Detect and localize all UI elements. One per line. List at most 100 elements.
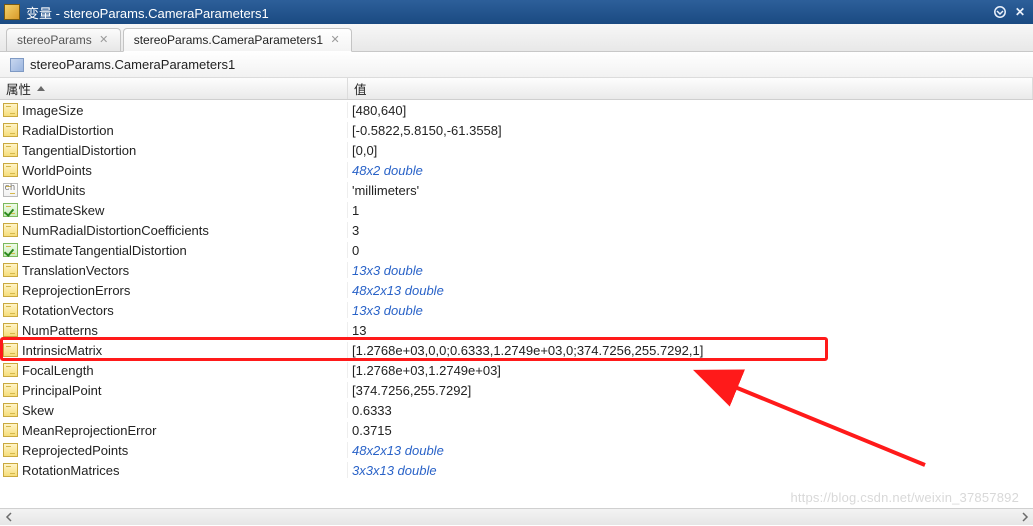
tabstrip: stereoParams ✕ stereoParams.CameraParame… — [0, 24, 1033, 52]
property-name: Skew — [22, 403, 54, 418]
property-name: ReprojectionErrors — [22, 283, 130, 298]
property-name: RadialDistortion — [22, 123, 114, 138]
table-row[interactable]: MeanReprojectionError 0.3715 — [0, 420, 1033, 440]
object-icon — [10, 58, 24, 72]
property-name: RotationMatrices — [22, 463, 120, 478]
table-row[interactable]: TranslationVectors 13x3 double — [0, 260, 1033, 280]
breadcrumb-bar: stereoParams.CameraParameters1 — [0, 52, 1033, 78]
numeric-icon — [0, 362, 20, 378]
logical-icon — [0, 242, 20, 258]
numeric-icon — [0, 342, 20, 358]
property-name: TranslationVectors — [22, 263, 129, 278]
table-row[interactable]: RadialDistortion [-0.5822,5.8150,-61.3558… — [0, 120, 1033, 140]
table-row[interactable]: RotationVectors 13x3 double — [0, 300, 1033, 320]
scrollbar-track[interactable] — [17, 509, 1016, 525]
window-title: 变量 - stereoParams.CameraParameters1 — [26, 3, 989, 22]
column-header-value-label: 值 — [354, 79, 367, 98]
table-row[interactable]: IntrinsicMatrix [1.2768e+03,0,0;0.6333,1.… — [0, 340, 1033, 360]
window-minimize-button[interactable] — [991, 3, 1009, 21]
property-name: IntrinsicMatrix — [22, 343, 102, 358]
close-icon[interactable]: ✕ — [98, 34, 110, 46]
dropdown-circle-icon — [993, 5, 1007, 19]
numeric-icon — [0, 382, 20, 398]
column-header-name-label: 属性 — [6, 79, 31, 98]
table-row[interactable]: PrincipalPoint [374.7256,255.7292] — [0, 380, 1033, 400]
numeric-icon — [0, 302, 20, 318]
property-name: FocalLength — [22, 363, 94, 378]
table-row[interactable]: NumRadialDistortionCoefficients3 — [0, 220, 1033, 240]
numeric-icon — [0, 222, 20, 238]
property-name: ImageSize — [22, 103, 83, 118]
column-header-name[interactable]: 属性 — [0, 78, 348, 99]
tab-label: stereoParams.CameraParameters1 — [134, 33, 323, 47]
property-value[interactable]: 48x2x13 double — [348, 443, 1033, 458]
char-icon — [0, 182, 20, 198]
property-value: 0.3715 — [348, 423, 1033, 438]
property-value: [0,0] — [348, 143, 1033, 158]
numeric-icon — [0, 422, 20, 438]
table-row[interactable]: Skew 0.6333 — [0, 400, 1033, 420]
close-icon[interactable]: ✕ — [329, 34, 341, 46]
property-value[interactable]: 48x2x13 double — [348, 283, 1033, 298]
table-row[interactable]: FocalLength[1.2768e+03,1.2749e+03] — [0, 360, 1033, 380]
table-row[interactable]: ReprojectedPoints 48x2x13 double — [0, 440, 1033, 460]
numeric-icon — [0, 122, 20, 138]
property-value: [480,640] — [348, 103, 1033, 118]
property-value[interactable]: 3x3x13 double — [348, 463, 1033, 478]
property-value: 'millimeters' — [348, 183, 1033, 198]
column-header-value[interactable]: 值 — [348, 78, 1033, 99]
table-row[interactable]: WorldPoints 48x2 double — [0, 160, 1033, 180]
property-name: WorldPoints — [22, 163, 92, 178]
property-value: [374.7256,255.7292] — [348, 383, 1033, 398]
table-row[interactable]: RotationMatrices 3x3x13 double — [0, 460, 1033, 480]
numeric-icon — [0, 442, 20, 458]
app-icon — [4, 4, 20, 20]
property-value: 0.6333 — [348, 403, 1033, 418]
tab-cameraparameters1[interactable]: stereoParams.CameraParameters1 ✕ — [123, 28, 352, 52]
numeric-icon — [0, 262, 20, 278]
property-value: 1 — [348, 203, 1033, 218]
tab-label: stereoParams — [17, 33, 92, 47]
window-close-button[interactable]: ✕ — [1011, 3, 1029, 21]
property-name: PrincipalPoint — [22, 383, 102, 398]
table-row[interactable]: EstimateSkew 1 — [0, 200, 1033, 220]
table-row[interactable]: EstimateTangentialDistortion 0 — [0, 240, 1033, 260]
breadcrumb: stereoParams.CameraParameters1 — [30, 57, 235, 72]
property-name: EstimateSkew — [22, 203, 104, 218]
chevron-left-icon — [4, 512, 14, 522]
numeric-icon — [0, 282, 20, 298]
numeric-icon — [0, 402, 20, 418]
property-grid: ImageSize [480,640] RadialDistortion [-0.58… — [0, 100, 1033, 504]
scroll-left-button[interactable] — [0, 509, 17, 526]
property-name: WorldUnits — [22, 183, 85, 198]
logical-icon — [0, 202, 20, 218]
property-value: 13 — [348, 323, 1033, 338]
property-name: MeanReprojectionError — [22, 423, 156, 438]
property-name: NumRadialDistortionCoefficients — [22, 223, 209, 238]
property-value: [-0.5822,5.8150,-61.3558] — [348, 123, 1033, 138]
table-row[interactable]: ImageSize [480,640] — [0, 100, 1033, 120]
property-value[interactable]: 13x3 double — [348, 303, 1033, 318]
property-value[interactable]: 13x3 double — [348, 263, 1033, 278]
property-name: ReprojectedPoints — [22, 443, 128, 458]
property-name: EstimateTangentialDistortion — [22, 243, 187, 258]
column-headers: 属性 值 — [0, 78, 1033, 100]
property-name: TangentialDistortion — [22, 143, 136, 158]
scroll-right-button[interactable] — [1016, 509, 1033, 526]
property-name: RotationVectors — [22, 303, 114, 318]
tab-stereoparams[interactable]: stereoParams ✕ — [6, 28, 121, 51]
table-row[interactable]: WorldUnits 'millimeters' — [0, 180, 1033, 200]
titlebar: 变量 - stereoParams.CameraParameters1 ✕ — [0, 0, 1033, 24]
numeric-icon — [0, 462, 20, 478]
property-value: 0 — [348, 243, 1033, 258]
numeric-icon — [0, 322, 20, 338]
sort-ascending-icon — [37, 86, 45, 91]
table-row[interactable]: TangentialDistortion [0,0] — [0, 140, 1033, 160]
property-value[interactable]: 48x2 double — [348, 163, 1033, 178]
property-value: [1.2768e+03,0,0;0.6333,1.2749e+03,0;374.… — [348, 343, 1033, 358]
table-row[interactable]: NumPatterns13 — [0, 320, 1033, 340]
chevron-right-icon — [1020, 512, 1030, 522]
horizontal-scrollbar[interactable] — [0, 508, 1033, 525]
numeric-icon — [0, 142, 20, 158]
table-row[interactable]: ReprojectionErrors 48x2x13 double — [0, 280, 1033, 300]
